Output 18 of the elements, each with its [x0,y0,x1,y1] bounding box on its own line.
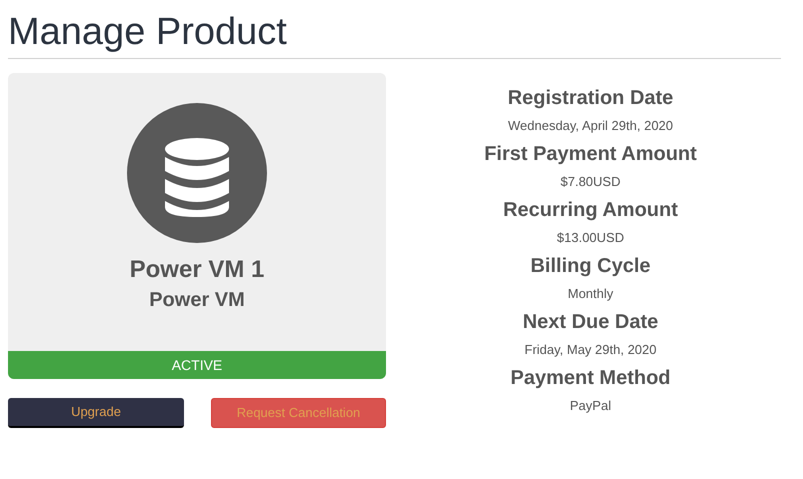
detail-label: Next Due Date [522,310,658,335]
detail-label: First Payment Amount [484,142,697,167]
detail-label: Payment Method [510,366,671,391]
detail-label: Registration Date [508,86,674,111]
product-name: Power VM 1 [130,255,264,285]
page-title: Manage Product [8,10,288,54]
detail-value: Friday, May 29th, 2020 [524,341,656,359]
product-group: Power VM [149,287,245,313]
detail-value: PayPal [570,397,612,415]
detail-value: $7.80USD [560,173,620,191]
detail-label: Recurring Amount [503,198,678,223]
upgrade-button[interactable]: Upgrade [8,398,184,428]
detail-value: Monthly [568,285,614,303]
database-icon [127,103,267,243]
detail-label: Billing Cycle [530,254,651,279]
detail-value: $13.00USD [556,229,624,247]
status-bar: ACTIVE [8,351,386,379]
detail-value: Wednesday, April 29th, 2020 [508,117,674,135]
